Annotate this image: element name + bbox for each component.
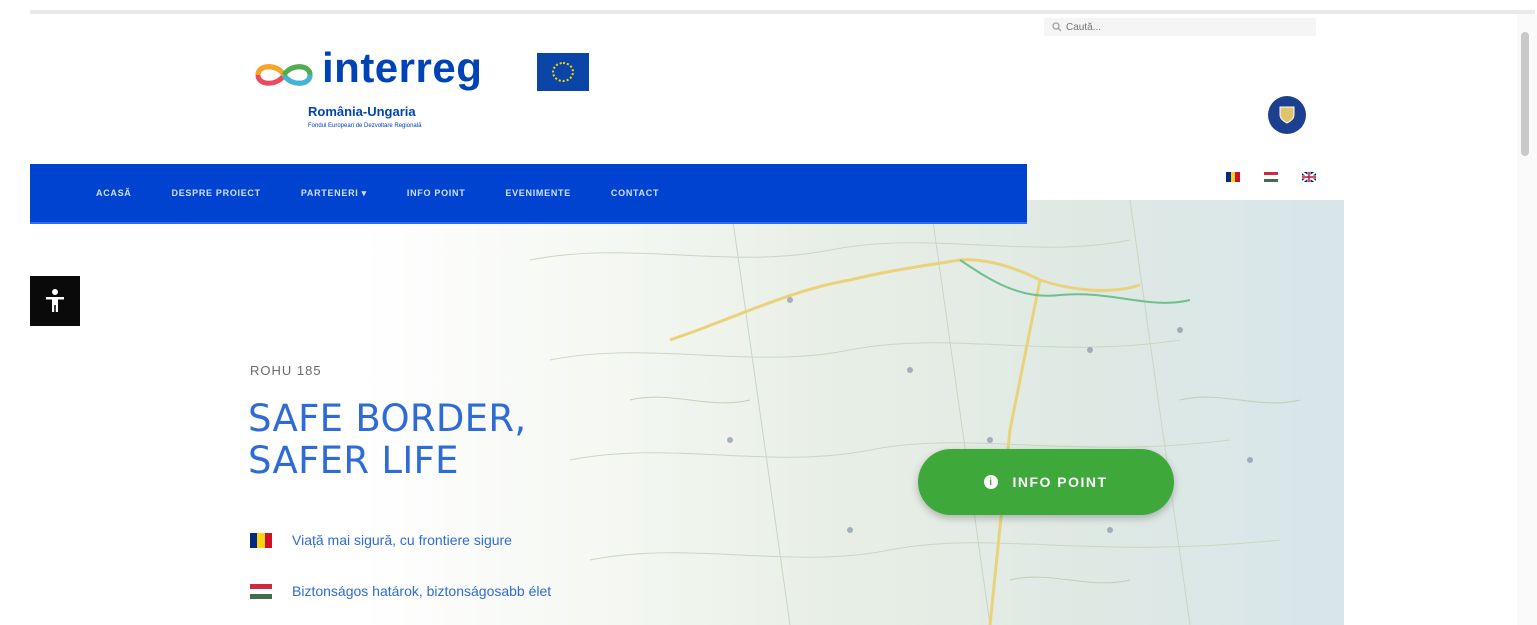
nav-item-parteneri[interactable]: PARTENERI ▾ bbox=[301, 188, 367, 199]
hero-bullet-hu: Biztonságos határok, biztonságosabb élet bbox=[250, 583, 551, 599]
info-point-button[interactable]: i INFO POINT bbox=[918, 449, 1174, 515]
language-ro-flag-icon[interactable] bbox=[1226, 172, 1241, 182]
shield-icon bbox=[1279, 106, 1295, 124]
romanian-government-emblem-icon[interactable] bbox=[1268, 96, 1306, 134]
language-switcher bbox=[1226, 172, 1316, 182]
eu-flag-icon bbox=[537, 53, 589, 91]
romania-flag-icon bbox=[250, 532, 272, 548]
hero-map-background bbox=[30, 200, 1344, 625]
hero-title-line-1: SAFE BORDER, bbox=[248, 397, 527, 440]
hero-title: SAFE BORDER, SAFER LIFE bbox=[248, 398, 526, 482]
nav-item-evenimente[interactable]: EVENIMENTE bbox=[505, 188, 571, 198]
interreg-infinity-icon bbox=[255, 64, 313, 86]
info-point-button-label: INFO POINT bbox=[1012, 474, 1108, 490]
hero-bullet-hu-text: Biztonságos határok, biztonságosabb élet bbox=[292, 583, 552, 599]
hungary-flag-icon bbox=[250, 583, 272, 599]
logo-tagline: Fondul European de Dezvoltare Regională bbox=[308, 123, 422, 129]
top-divider bbox=[30, 10, 1535, 14]
info-icon: i bbox=[984, 475, 999, 489]
hero-bullet-ro: Viață mai sigură, cu frontiere sigure bbox=[250, 532, 512, 548]
map-illustration bbox=[529, 200, 1301, 625]
interreg-logo[interactable]: interreg România-Ungaria Fondul European… bbox=[250, 44, 595, 140]
search-icon bbox=[1052, 22, 1062, 32]
nav-item-despre-proiect[interactable]: DESPRE PROIECT bbox=[172, 188, 261, 198]
accessibility-icon bbox=[46, 289, 64, 312]
page: interreg România-Ungaria Fondul European… bbox=[0, 0, 1537, 625]
hero-bullet-ro-text: Viață mai sigură, cu frontiere sigure bbox=[292, 532, 512, 548]
hero-title-line-2: SAFER LIFE bbox=[248, 439, 459, 482]
main-navigation: ACASĂ DESPRE PROIECT PARTENERI ▾ INFO PO… bbox=[30, 164, 1027, 224]
language-hu-flag-icon[interactable] bbox=[1264, 172, 1278, 182]
search-input[interactable] bbox=[1066, 21, 1266, 33]
language-en-flag-icon[interactable] bbox=[1302, 172, 1316, 182]
accessibility-button[interactable] bbox=[30, 276, 80, 326]
nav-item-acasa[interactable]: ACASĂ bbox=[96, 188, 132, 198]
hero-kicker: ROHU 185 bbox=[250, 363, 322, 378]
nav-item-contact[interactable]: CONTACT bbox=[611, 188, 659, 198]
search-box[interactable] bbox=[1044, 18, 1316, 36]
logo-wordmark: interreg bbox=[322, 44, 483, 91]
scrollbar-thumb[interactable] bbox=[1521, 32, 1529, 156]
nav-item-info-point[interactable]: INFO POINT bbox=[407, 188, 466, 198]
logo-subtitle: România-Ungaria bbox=[308, 104, 416, 119]
